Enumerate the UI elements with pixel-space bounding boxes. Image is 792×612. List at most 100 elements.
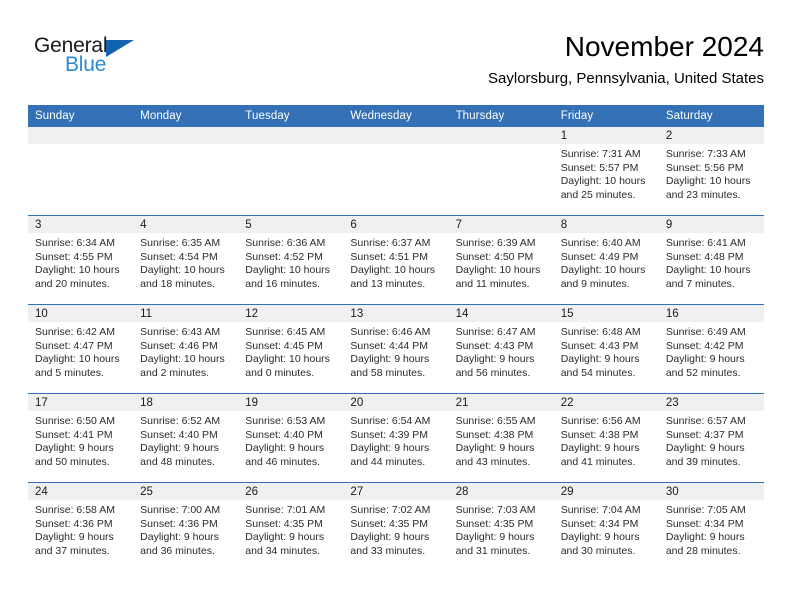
day-sun-info: Sunrise: 6:52 AM Sunset: 4:40 PM Daylight:… xyxy=(133,411,238,469)
day-number: 21 xyxy=(448,394,554,411)
sunrise-text: Sunrise: 6:57 AM xyxy=(665,415,746,427)
weekday-header-sunday: Sunday xyxy=(28,105,134,127)
day-number xyxy=(28,127,134,144)
sunset-text: Sunset: 4:52 PM xyxy=(245,250,323,263)
sunset-text: Sunset: 4:37 PM xyxy=(665,428,744,441)
day-sun-info: Sunrise: 6:56 AM Sunset: 4:38 PM Daylight:… xyxy=(554,411,659,469)
sunrise-text: Sunrise: 6:58 AM xyxy=(35,504,115,516)
calendar-body: 1 Sunrise: 7:31 AM Sunset: 5:57 PM Daylight… xyxy=(28,127,764,571)
daylight-text: Daylight: 10 hours and 25 minutes. xyxy=(560,175,646,201)
day-number: 24 xyxy=(28,483,134,500)
day-number: 2 xyxy=(658,127,764,144)
day-number: 10 xyxy=(28,305,134,322)
calendar-day-cell[interactable]: 15 Sunrise: 6:48 AM Sunset: 4:43 PM Dayligh… xyxy=(553,305,659,393)
sunrise-text: Sunrise: 6:50 AM xyxy=(35,415,115,427)
calendar-day-cell[interactable]: 1 Sunrise: 7:31 AM Sunset: 5:57 PM Daylight… xyxy=(553,127,659,215)
weekday-header-friday: Friday xyxy=(553,105,659,127)
sunset-text: Sunset: 4:43 PM xyxy=(560,339,639,352)
calendar-day-cell[interactable]: 30 Sunrise: 7:05 AM Sunset: 4:34 PM Dayligh… xyxy=(658,483,764,571)
day-number: 23 xyxy=(658,394,764,411)
calendar-day-cell[interactable]: 29 Sunrise: 7:04 AM Sunset: 4:34 PM Dayligh… xyxy=(553,483,659,571)
calendar-day-cell-empty xyxy=(28,127,134,215)
daylight-text: Daylight: 9 hours and 39 minutes. xyxy=(665,442,745,468)
calendar-day-cell[interactable]: 9 Sunrise: 6:41 AM Sunset: 4:48 PM Daylight… xyxy=(658,216,764,304)
day-number xyxy=(133,127,239,144)
calendar-day-cell[interactable]: 21 Sunrise: 6:55 AM Sunset: 4:38 PM Dayligh… xyxy=(448,394,554,482)
day-sun-info: Sunrise: 6:45 AM Sunset: 4:45 PM Daylight:… xyxy=(238,322,343,380)
calendar-day-cell[interactable]: 5 Sunrise: 6:36 AM Sunset: 4:52 PM Daylight… xyxy=(238,216,344,304)
daylight-text: Daylight: 9 hours and 46 minutes. xyxy=(245,442,325,468)
calendar-day-cell[interactable]: 17 Sunrise: 6:50 AM Sunset: 4:41 PM Dayligh… xyxy=(28,394,134,482)
weekday-header-thursday: Thursday xyxy=(448,105,554,127)
sunrise-text: Sunrise: 6:37 AM xyxy=(350,237,431,249)
calendar-day-cell[interactable]: 25 Sunrise: 7:00 AM Sunset: 4:36 PM Dayligh… xyxy=(133,483,239,571)
calendar-day-cell-empty xyxy=(133,127,239,215)
calendar-week-row: 24 Sunrise: 6:58 AM Sunset: 4:36 PM Dayligh… xyxy=(28,482,764,571)
calendar-day-cell[interactable]: 28 Sunrise: 7:03 AM Sunset: 4:35 PM Dayligh… xyxy=(448,483,554,571)
calendar-page: General Blue November 2024 Saylorsburg, … xyxy=(0,0,792,612)
daylight-text: Daylight: 10 hours and 0 minutes. xyxy=(245,353,330,379)
calendar-day-cell[interactable]: 20 Sunrise: 6:54 AM Sunset: 4:39 PM Dayligh… xyxy=(343,394,449,482)
sunrise-text: Sunrise: 6:34 AM xyxy=(35,237,115,249)
sunrise-text: Sunrise: 7:00 AM xyxy=(140,504,221,516)
calendar-day-cell[interactable]: 16 Sunrise: 6:49 AM Sunset: 4:42 PM Dayligh… xyxy=(658,305,764,393)
sunset-text: Sunset: 4:45 PM xyxy=(245,339,323,352)
daylight-text: Daylight: 9 hours and 37 minutes. xyxy=(35,531,114,557)
sunrise-text: Sunrise: 6:49 AM xyxy=(665,326,746,338)
weekday-header-saturday: Saturday xyxy=(658,105,764,127)
sunrise-text: Sunrise: 6:46 AM xyxy=(350,326,431,338)
calendar-day-cell[interactable]: 12 Sunrise: 6:45 AM Sunset: 4:45 PM Dayligh… xyxy=(238,305,344,393)
calendar-week-row: 3 Sunrise: 6:34 AM Sunset: 4:55 PM Daylight… xyxy=(28,215,764,305)
day-number: 5 xyxy=(238,216,344,233)
calendar-day-cell[interactable]: 8 Sunrise: 6:40 AM Sunset: 4:49 PM Daylight… xyxy=(553,216,659,304)
day-sun-info: Sunrise: 6:47 AM Sunset: 4:43 PM Daylight:… xyxy=(449,322,554,380)
calendar-day-cell[interactable]: 18 Sunrise: 6:52 AM Sunset: 4:40 PM Dayligh… xyxy=(133,394,239,482)
calendar-day-cell[interactable]: 23 Sunrise: 6:57 AM Sunset: 4:37 PM Dayligh… xyxy=(658,394,764,482)
calendar-day-cell[interactable]: 7 Sunrise: 6:39 AM Sunset: 4:50 PM Daylight… xyxy=(448,216,554,304)
sunset-text: Sunset: 4:44 PM xyxy=(350,339,429,352)
calendar-week-row: 10 Sunrise: 6:42 AM Sunset: 4:47 PM Dayligh… xyxy=(28,304,764,394)
calendar-day-cell[interactable]: 11 Sunrise: 6:43 AM Sunset: 4:46 PM Dayligh… xyxy=(133,305,239,393)
calendar-day-cell[interactable]: 24 Sunrise: 6:58 AM Sunset: 4:36 PM Dayligh… xyxy=(28,483,134,571)
page-title: November 2024 xyxy=(564,31,764,62)
day-number xyxy=(343,127,449,144)
sunrise-text: Sunrise: 6:47 AM xyxy=(455,326,536,338)
calendar-day-cell[interactable]: 27 Sunrise: 7:02 AM Sunset: 4:35 PM Dayligh… xyxy=(343,483,449,571)
sunset-text: Sunset: 4:40 PM xyxy=(245,428,323,441)
calendar-day-cell[interactable]: 19 Sunrise: 6:53 AM Sunset: 4:40 PM Dayligh… xyxy=(238,394,344,482)
daylight-text: Daylight: 10 hours and 20 minutes. xyxy=(35,264,120,290)
sunset-text: Sunset: 4:41 PM xyxy=(35,428,113,441)
daylight-text: Daylight: 9 hours and 43 minutes. xyxy=(455,442,535,468)
day-number: 18 xyxy=(133,394,239,411)
calendar-day-cell[interactable]: 22 Sunrise: 6:56 AM Sunset: 4:38 PM Dayligh… xyxy=(553,394,659,482)
day-sun-info: Sunrise: 6:42 AM Sunset: 4:47 PM Daylight:… xyxy=(28,322,133,380)
calendar-day-cell[interactable]: 14 Sunrise: 6:47 AM Sunset: 4:43 PM Dayligh… xyxy=(448,305,554,393)
day-number: 20 xyxy=(343,394,449,411)
sunset-text: Sunset: 4:43 PM xyxy=(455,339,534,352)
sunset-text: Sunset: 4:46 PM xyxy=(140,339,218,352)
calendar-day-cell[interactable]: 26 Sunrise: 7:01 AM Sunset: 4:35 PM Dayligh… xyxy=(238,483,344,571)
day-number: 4 xyxy=(133,216,239,233)
sunset-text: Sunset: 4:50 PM xyxy=(455,250,534,263)
sunrise-text: Sunrise: 6:39 AM xyxy=(455,237,536,249)
page-header: General Blue November 2024 Saylorsburg, … xyxy=(28,30,764,98)
day-number: 9 xyxy=(658,216,764,233)
brand-logo: General Blue xyxy=(34,34,214,86)
calendar-day-cell[interactable]: 13 Sunrise: 6:46 AM Sunset: 4:44 PM Dayligh… xyxy=(343,305,449,393)
day-sun-info: Sunrise: 6:50 AM Sunset: 4:41 PM Daylight:… xyxy=(28,411,133,469)
day-sun-info: Sunrise: 6:54 AM Sunset: 4:39 PM Daylight:… xyxy=(343,411,448,469)
calendar-day-cell[interactable]: 6 Sunrise: 6:37 AM Sunset: 4:51 PM Daylight… xyxy=(343,216,449,304)
calendar-day-cell[interactable]: 2 Sunrise: 7:33 AM Sunset: 5:56 PM Daylight… xyxy=(658,127,764,215)
sunrise-text: Sunrise: 6:42 AM xyxy=(35,326,115,338)
daylight-text: Daylight: 9 hours and 31 minutes. xyxy=(455,531,535,557)
daylight-text: Daylight: 9 hours and 44 minutes. xyxy=(350,442,430,468)
sunset-text: Sunset: 4:38 PM xyxy=(455,428,534,441)
daylight-text: Daylight: 10 hours and 7 minutes. xyxy=(665,264,751,290)
calendar-day-cell[interactable]: 3 Sunrise: 6:34 AM Sunset: 4:55 PM Daylight… xyxy=(28,216,134,304)
daylight-text: Daylight: 10 hours and 2 minutes. xyxy=(140,353,225,379)
sunrise-text: Sunrise: 6:36 AM xyxy=(245,237,326,249)
day-number: 19 xyxy=(238,394,344,411)
sunset-text: Sunset: 4:54 PM xyxy=(140,250,218,263)
calendar-day-cell[interactable]: 4 Sunrise: 6:35 AM Sunset: 4:54 PM Daylight… xyxy=(133,216,239,304)
calendar-day-cell[interactable]: 10 Sunrise: 6:42 AM Sunset: 4:47 PM Dayligh… xyxy=(28,305,134,393)
